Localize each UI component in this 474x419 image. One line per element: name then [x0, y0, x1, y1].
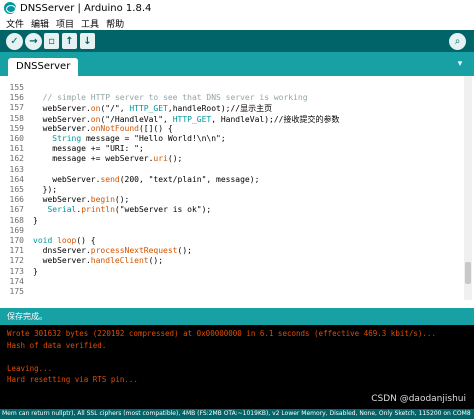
line-number: 163	[9, 164, 24, 174]
line-number: 156	[9, 93, 24, 103]
line-number: 165	[9, 185, 24, 194]
console-line: Hash of data verified.	[7, 340, 107, 350]
code-line[interactable]: // simple HTTP server to see that DNS se…	[33, 93, 308, 102]
line-number: 166	[9, 195, 24, 205]
code-line[interactable]: });	[33, 185, 57, 194]
code-line[interactable]: webServer.begin();	[33, 195, 130, 204]
console-line: Wrote 301632 bytes (220192 compressed) a…	[7, 329, 436, 338]
code-line[interactable]: webServer.send(200, "text/plain", messag…	[33, 175, 259, 184]
console-line: Hard resetting via RTS pin...	[7, 375, 138, 384]
title-bar: DNSServer | Arduino 1.8.4	[0, 0, 474, 16]
new-sketch-button[interactable]: ▫	[44, 33, 59, 49]
menu-help[interactable]: 帮助	[106, 17, 124, 30]
console-line: Leaving...	[7, 363, 53, 373]
window-title: DNSServer | Arduino 1.8.4	[20, 2, 152, 14]
line-number: 172	[9, 256, 24, 266]
menu-bar: 文件 编辑 项目 工具 帮助	[0, 16, 474, 30]
line-number: 164	[9, 174, 24, 184]
menu-edit[interactable]: 编辑	[31, 17, 49, 30]
code-line[interactable]: message += webServer.uri();	[33, 154, 182, 163]
code-line[interactable]: dnsServer.processNextRequest();	[33, 246, 192, 255]
toolbar: ✓ → ▫ ↑ ↓ ⌕	[0, 30, 474, 52]
line-number: 160	[9, 134, 24, 143]
code-line[interactable]: }	[33, 216, 38, 225]
editor-scrollbar[interactable]	[464, 76, 472, 300]
line-number: 161	[9, 144, 24, 154]
open-sketch-button[interactable]: ↑	[62, 33, 77, 49]
line-number: 157	[9, 103, 24, 113]
code-line[interactable]: message += "URI: ";	[33, 144, 144, 153]
upload-button[interactable]: →	[25, 32, 42, 50]
line-number: 171	[9, 246, 24, 256]
menu-file[interactable]: 文件	[6, 17, 24, 30]
tab-dnsserver[interactable]: DNSServer	[8, 58, 79, 76]
code-area[interactable]: // simple HTTP server to see that DNS se…	[33, 76, 453, 300]
status-bar: 保存完成。	[0, 308, 474, 325]
line-number: 174	[9, 276, 24, 286]
tab-menu-icon[interactable]: ▾	[454, 58, 466, 70]
line-number: 170	[9, 236, 24, 245]
save-sketch-button[interactable]: ↓	[80, 33, 95, 49]
tab-bar: DNSServer ▾	[0, 52, 474, 76]
line-number-gutter: 155 156 157 158 159 160 161 162 163 164 165 166 167 1…	[0, 76, 28, 300]
menu-tools[interactable]: 工具	[81, 17, 99, 30]
code-line[interactable]: void loop() {	[33, 236, 96, 245]
code-line[interactable]: String message = "Hello World!\n\n";	[33, 134, 225, 143]
board-info-bar: Mem can return nullptr), All SSL ciphers…	[0, 409, 474, 419]
line-number: 159	[9, 123, 24, 133]
pane-divider[interactable]	[0, 300, 474, 308]
code-line[interactable]: webServer.handleClient();	[33, 256, 163, 265]
scrollbar-thumb[interactable]	[465, 262, 471, 284]
code-line[interactable]: Serial.println("webServer is ok");	[33, 205, 211, 214]
code-line[interactable]: }	[33, 267, 38, 276]
watermark: CSDN @daodanjishui	[371, 394, 466, 404]
serial-monitor-button[interactable]: ⌕	[449, 33, 466, 50]
line-number: 162	[9, 154, 24, 164]
line-number: 155	[9, 83, 24, 92]
code-line[interactable]: webServer.onNotFound([]() {	[33, 124, 173, 133]
verify-button[interactable]: ✓	[6, 32, 23, 50]
line-number: 169	[9, 225, 24, 235]
line-number: 168	[9, 215, 24, 225]
line-number: 175	[9, 287, 24, 296]
line-number: 158	[9, 113, 24, 123]
arduino-logo-icon	[4, 2, 16, 14]
line-number: 167	[9, 205, 24, 215]
code-editor[interactable]: 155 156 157 158 159 160 161 162 163 164 165 166 167 1…	[0, 76, 474, 300]
line-number: 173	[9, 266, 24, 276]
menu-sketch[interactable]: 项目	[56, 17, 74, 30]
